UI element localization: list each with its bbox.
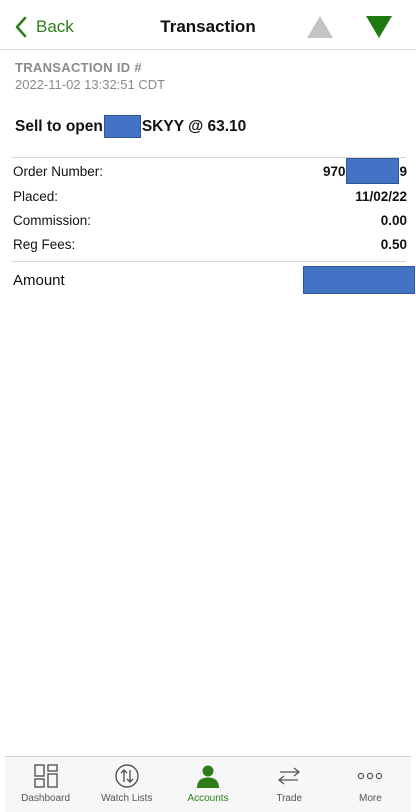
redaction-box [346, 158, 400, 184]
transaction-id-label: TRANSACTION ID # [15, 60, 142, 75]
detail-label: Commission: [13, 212, 92, 228]
headline-suffix: SKYY @ 63.10 [141, 117, 247, 135]
transaction-screen: Back Transaction TRANSACTION ID # 2022-1… [0, 0, 416, 812]
accounts-icon [197, 765, 219, 788]
detail-value: 0.50 [380, 236, 407, 252]
tab-trade[interactable]: Trade [249, 757, 330, 812]
transaction-timestamp: 2022-11-02 13:32:51 CDT [15, 77, 166, 92]
tab-label: Trade [276, 793, 303, 804]
detail-row-commission: Commission: 0.00 [13, 210, 407, 230]
dashboard-icon [33, 764, 58, 788]
tab-accounts[interactable]: Accounts [167, 757, 248, 812]
tab-label: Watch Lists [101, 793, 153, 804]
amount-row: Amount [13, 266, 416, 294]
amount-label: Amount [13, 271, 65, 289]
divider [12, 261, 406, 262]
detail-row-order-number: Order Number: 970 9 [13, 158, 407, 184]
order-number-value: 970 9 [323, 158, 407, 184]
detail-label: Reg Fees: [13, 236, 76, 252]
tab-label: Accounts [187, 793, 229, 804]
detail-label: Placed: [13, 188, 59, 204]
more-icon [358, 772, 383, 780]
redaction-box [303, 266, 415, 294]
tab-watch-lists[interactable]: Watch Lists [86, 757, 167, 812]
detail-row-placed: Placed: 11/02/22 [13, 186, 407, 206]
detail-label: Order Number: [13, 163, 104, 179]
transaction-headline: Sell to open SKYY @ 63.10 [15, 115, 246, 138]
nav-header: Back Transaction [0, 0, 416, 50]
bottom-tab-bar: Dashboard Watch Lists Accounts Trade Mor… [5, 756, 411, 812]
detail-value: 11/02/22 [355, 188, 407, 204]
next-transaction-icon[interactable] [365, 15, 393, 39]
page-title: Transaction [160, 17, 256, 36]
redaction-box [103, 115, 141, 138]
tab-label: More [359, 793, 382, 804]
detail-value: 0.00 [380, 212, 407, 228]
tab-more[interactable]: More [330, 757, 411, 812]
previous-transaction-icon[interactable] [306, 15, 334, 39]
trade-icon [278, 767, 301, 785]
order-number-prefix: 970 [322, 163, 346, 179]
order-number-suffix: 9 [399, 163, 407, 179]
detail-row-reg-fees: Reg Fees: 0.50 [13, 234, 407, 254]
watch-lists-icon [115, 764, 139, 788]
headline-prefix: Sell to open [15, 117, 103, 135]
tab-label: Dashboard [21, 793, 71, 804]
tab-dashboard[interactable]: Dashboard [5, 757, 86, 812]
